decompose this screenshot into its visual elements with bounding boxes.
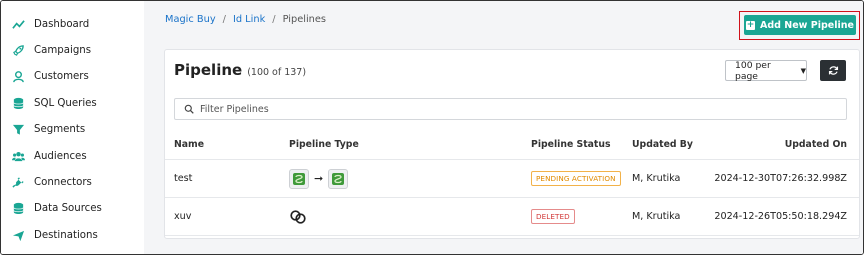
search-icon [184,104,194,114]
refresh-icon [828,66,838,75]
user-icon [12,70,25,83]
column-header-pipeline-type[interactable]: Pipeline Type [289,138,359,159]
updated-by: M, Krutika [632,173,681,184]
updated-by: M, Krutika [632,211,681,222]
sidebar-item-dashboard[interactable]: Dashboard [1,11,144,37]
refresh-button[interactable] [820,60,846,81]
table-header: Name Pipeline Type Pipeline Status Updat… [165,138,859,160]
add-pipeline-label: Add New Pipeline [760,19,854,31]
sidebar-item-audiences[interactable]: Audiences [1,143,144,169]
updated-on: 2024-12-30T07:26:32.998Z [714,173,847,184]
filter-search [174,98,847,120]
filter-icon [12,123,25,136]
per-page-value: 100 per page [735,59,771,82]
users-icon [12,150,25,163]
sidebar-item-campaigns[interactable]: Campaigns [1,37,144,63]
updated-on: 2024-12-26T05:50:18.294Z [714,211,847,222]
sidebar-item-segments[interactable]: Segments [1,117,144,143]
plug-icon [12,176,25,189]
pipeline-name[interactable]: xuv [174,198,191,235]
pipeline-status: PENDING ACTIVATION [531,160,621,197]
pipeline-status: DELETED [531,198,575,235]
breadcrumb-link-id-link[interactable]: Id Link [233,14,265,25]
sidebar-item-label: Dashboard [34,18,90,30]
table-row[interactable]: xuv DELETED M, Krutika 2024-12-26T05:50:… [165,198,859,236]
status-badge: PENDING ACTIVATION [531,171,621,186]
pipeline-name[interactable]: test [174,160,192,197]
breadcrumb-link-magic-buy[interactable]: Magic Buy [165,14,216,25]
plus-icon: + [746,19,756,30]
sidebar-item-destinations[interactable]: Destinations [1,222,144,248]
breadcrumb: Magic Buy / Id Link / Pipelines [165,14,326,25]
main-content: Magic Buy / Id Link / Pipelines + Add Ne… [144,1,863,254]
column-header-updated-by[interactable]: Updated By [632,138,693,159]
card-title: Pipeline (100 of 137) [174,61,306,79]
page-title: Pipeline [174,61,243,79]
breadcrumb-separator: / [222,14,226,25]
sidebar-item-connectors[interactable]: Connectors [1,169,144,195]
breadcrumb-current: Pipelines [282,14,327,25]
status-badge: DELETED [531,209,575,224]
column-header-updated-on[interactable]: Updated On [785,138,847,159]
sidebar-item-customers[interactable]: Customers [1,64,144,90]
sidebar-item-label: SQL Queries [34,97,97,109]
app-window: Dashboard Campaigns Customers SQL Querie… [0,0,864,255]
sidebar-item-label: Customers [34,71,89,83]
sidebar-item-label: Segments [34,124,86,136]
sidebar-item-label: Data Sources [34,203,102,215]
per-page-select[interactable]: 100 per page ▼ [725,59,807,82]
destination-node-icon [328,168,349,189]
column-header-pipeline-status[interactable]: Pipeline Status [531,138,611,159]
sidebar: Dashboard Campaigns Customers SQL Querie… [1,1,144,254]
sidebar-item-sql-queries[interactable]: SQL Queries [1,90,144,116]
pipeline-type [289,198,307,235]
sidebar-item-label: Campaigns [34,45,92,57]
pipeline-card: Pipeline (100 of 137) 100 per page ▼ Fil… [164,49,860,239]
trend-line-icon [12,18,25,31]
sidebar-item-label: Connectors [34,177,92,189]
database-icon [12,97,25,110]
sidebar-item-data-sources[interactable]: Data Sources [1,196,144,222]
send-icon [12,229,25,242]
pipeline-type: ➞ [289,160,349,197]
column-header-name[interactable]: Name [174,138,204,159]
filter-pipelines-input[interactable] [200,103,800,115]
rocket-icon [12,44,25,57]
sidebar-item-label: Destinations [34,229,98,241]
source-node-icon [289,168,309,189]
pipeline-count: (100 of 137) [247,67,307,78]
table-row[interactable]: test ➞ PENDING ACTIVATION M, Krutika 202… [165,160,859,198]
breadcrumb-separator: / [272,14,276,25]
add-pipeline-button[interactable]: + Add New Pipeline [744,15,856,35]
database-icon [12,202,25,215]
link-icon [290,209,306,224]
add-pipeline-highlight: + Add New Pipeline [739,11,860,40]
sidebar-item-label: Audiences [34,150,87,162]
caret-down-icon: ▼ [800,66,806,75]
arrow-right-icon: ➞ [314,172,324,185]
